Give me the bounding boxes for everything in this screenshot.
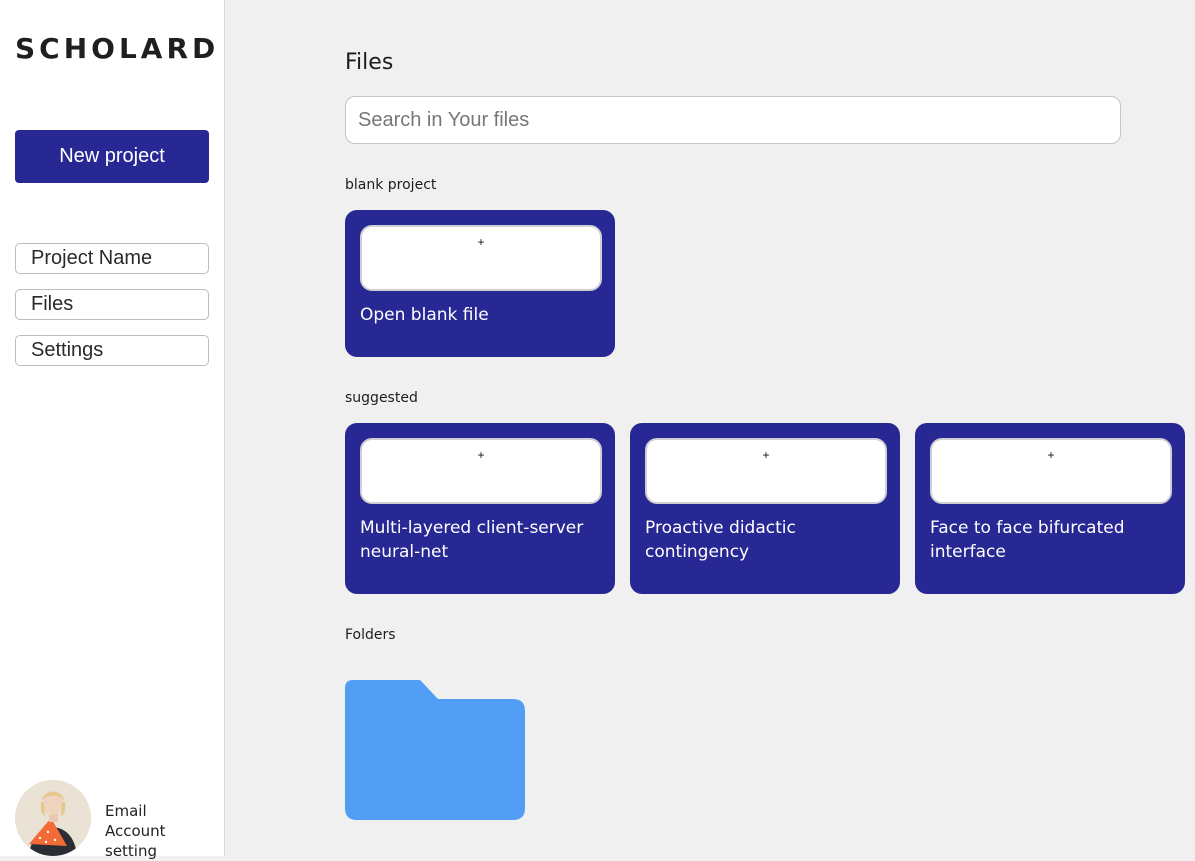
account-links: Email Account setting (105, 801, 215, 861)
card-thumbnail: + (930, 438, 1172, 504)
sidebar-item-settings[interactable]: Settings (15, 335, 209, 366)
suggested-card[interactable]: + Proactive didactic contingency (630, 423, 900, 594)
plus-icon: + (1047, 448, 1055, 462)
main-content: Files blank project + Open blank file su… (225, 0, 1195, 856)
card-label: Face to face bifurcated interface (930, 518, 1125, 562)
app-logo: SCHOLARD (15, 32, 220, 65)
new-project-button[interactable]: New project (15, 130, 209, 183)
search-input[interactable] (345, 96, 1121, 144)
plus-icon: + (477, 448, 485, 462)
card-thumbnail: + (360, 225, 602, 291)
sidebar-item-label: Files (31, 293, 74, 315)
section-label-suggested: suggested (345, 390, 418, 406)
card-label: Open blank file (360, 305, 489, 325)
plus-icon: + (762, 448, 770, 462)
card-label: Proactive didactic contingency (645, 518, 796, 562)
blank-file-card[interactable]: + Open blank file (345, 210, 615, 357)
account-email-link[interactable]: Email (105, 801, 215, 821)
card-thumbnail: + (645, 438, 887, 504)
sidebar-item-label: Settings (31, 339, 104, 361)
account-setting-link[interactable]: Account setting (105, 821, 215, 861)
sidebar-item-files[interactable]: Files (15, 289, 209, 320)
plus-icon: + (477, 235, 485, 249)
avatar[interactable] (15, 780, 91, 856)
suggested-card[interactable]: + Multi-layered client-server neural-net (345, 423, 615, 594)
section-label-folders: Folders (345, 627, 396, 643)
page-title: Files (345, 50, 394, 75)
card-label: Multi-layered client-server neural-net (360, 518, 584, 562)
section-label-blank-project: blank project (345, 177, 437, 193)
sidebar-item-project-name[interactable]: Project Name (15, 243, 209, 274)
card-thumbnail: + (360, 438, 602, 504)
sidebar: SCHOLARD New project Project Name Files … (0, 0, 225, 860)
sidebar-item-label: Project Name (31, 247, 153, 269)
account-section: Email Account setting (15, 780, 215, 860)
folder-icon[interactable] (345, 680, 525, 820)
suggested-card[interactable]: + Face to face bifurcated interface (915, 423, 1185, 594)
